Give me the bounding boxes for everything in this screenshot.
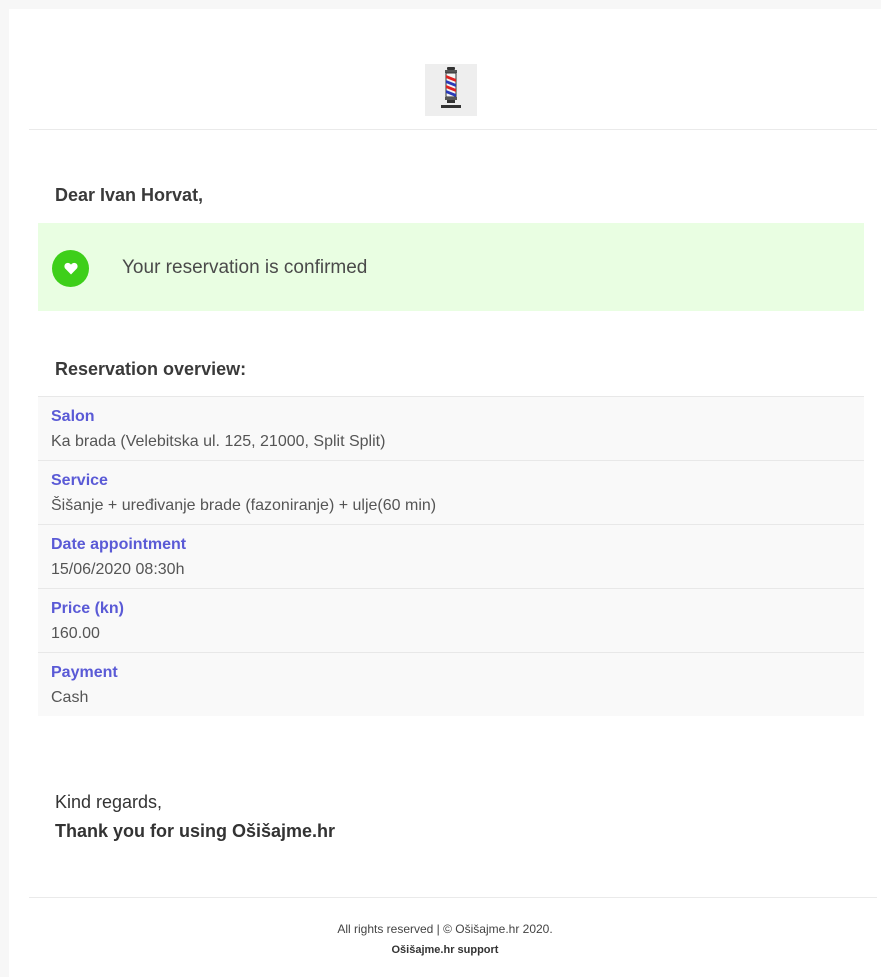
- detail-value: 15/06/2020 08:30h: [51, 561, 185, 578]
- email-container: Dear Ivan Horvat, Your reservation is co…: [9, 9, 881, 977]
- logo: [425, 64, 477, 116]
- detail-value: Cash: [51, 689, 89, 706]
- detail-label: Price (kn): [51, 600, 124, 617]
- closing-thanks: Thank you for using Ošišajme.hr: [55, 821, 336, 841]
- greeting: Dear Ivan Horvat,: [55, 185, 204, 205]
- barber-pole-icon: [440, 66, 462, 115]
- detail-row-date: Date appointment 15/06/2020 08:30h: [38, 524, 864, 588]
- detail-label: Date appointment: [51, 536, 187, 553]
- detail-value: Šišanje + uređivanje brade (fazoniranje)…: [51, 497, 437, 514]
- heart-icon: [52, 250, 89, 287]
- confirmation-alert: Your reservation is confirmed: [38, 223, 864, 311]
- detail-label: Service: [51, 472, 108, 489]
- detail-row-salon: Salon Ka brada (Velebitska ul. 125, 2100…: [38, 396, 864, 460]
- detail-row-price: Price (kn) 160.00: [38, 588, 864, 652]
- detail-label: Payment: [51, 664, 118, 681]
- reservation-details: Salon Ka brada (Velebitska ul. 125, 2100…: [38, 396, 864, 716]
- confirmation-message: Your reservation is confirmed: [122, 257, 368, 278]
- detail-row-service: Service Šišanje + uređivanje brade (fazo…: [38, 460, 864, 524]
- overview-title: Reservation overview:: [55, 359, 247, 379]
- footer-copyright: All rights reserved | © Ošišajme.hr 2020…: [337, 922, 553, 936]
- detail-label: Salon: [51, 408, 95, 425]
- footer-divider: [29, 897, 877, 898]
- detail-value: 160.00: [51, 625, 100, 642]
- header-divider: [29, 129, 877, 130]
- detail-value: Ka brada (Velebitska ul. 125, 21000, Spl…: [51, 433, 386, 450]
- detail-row-payment: Payment Cash: [38, 652, 864, 716]
- closing-regards: Kind regards,: [55, 792, 163, 812]
- support-link[interactable]: Ošišajme.hr support: [9, 944, 881, 956]
